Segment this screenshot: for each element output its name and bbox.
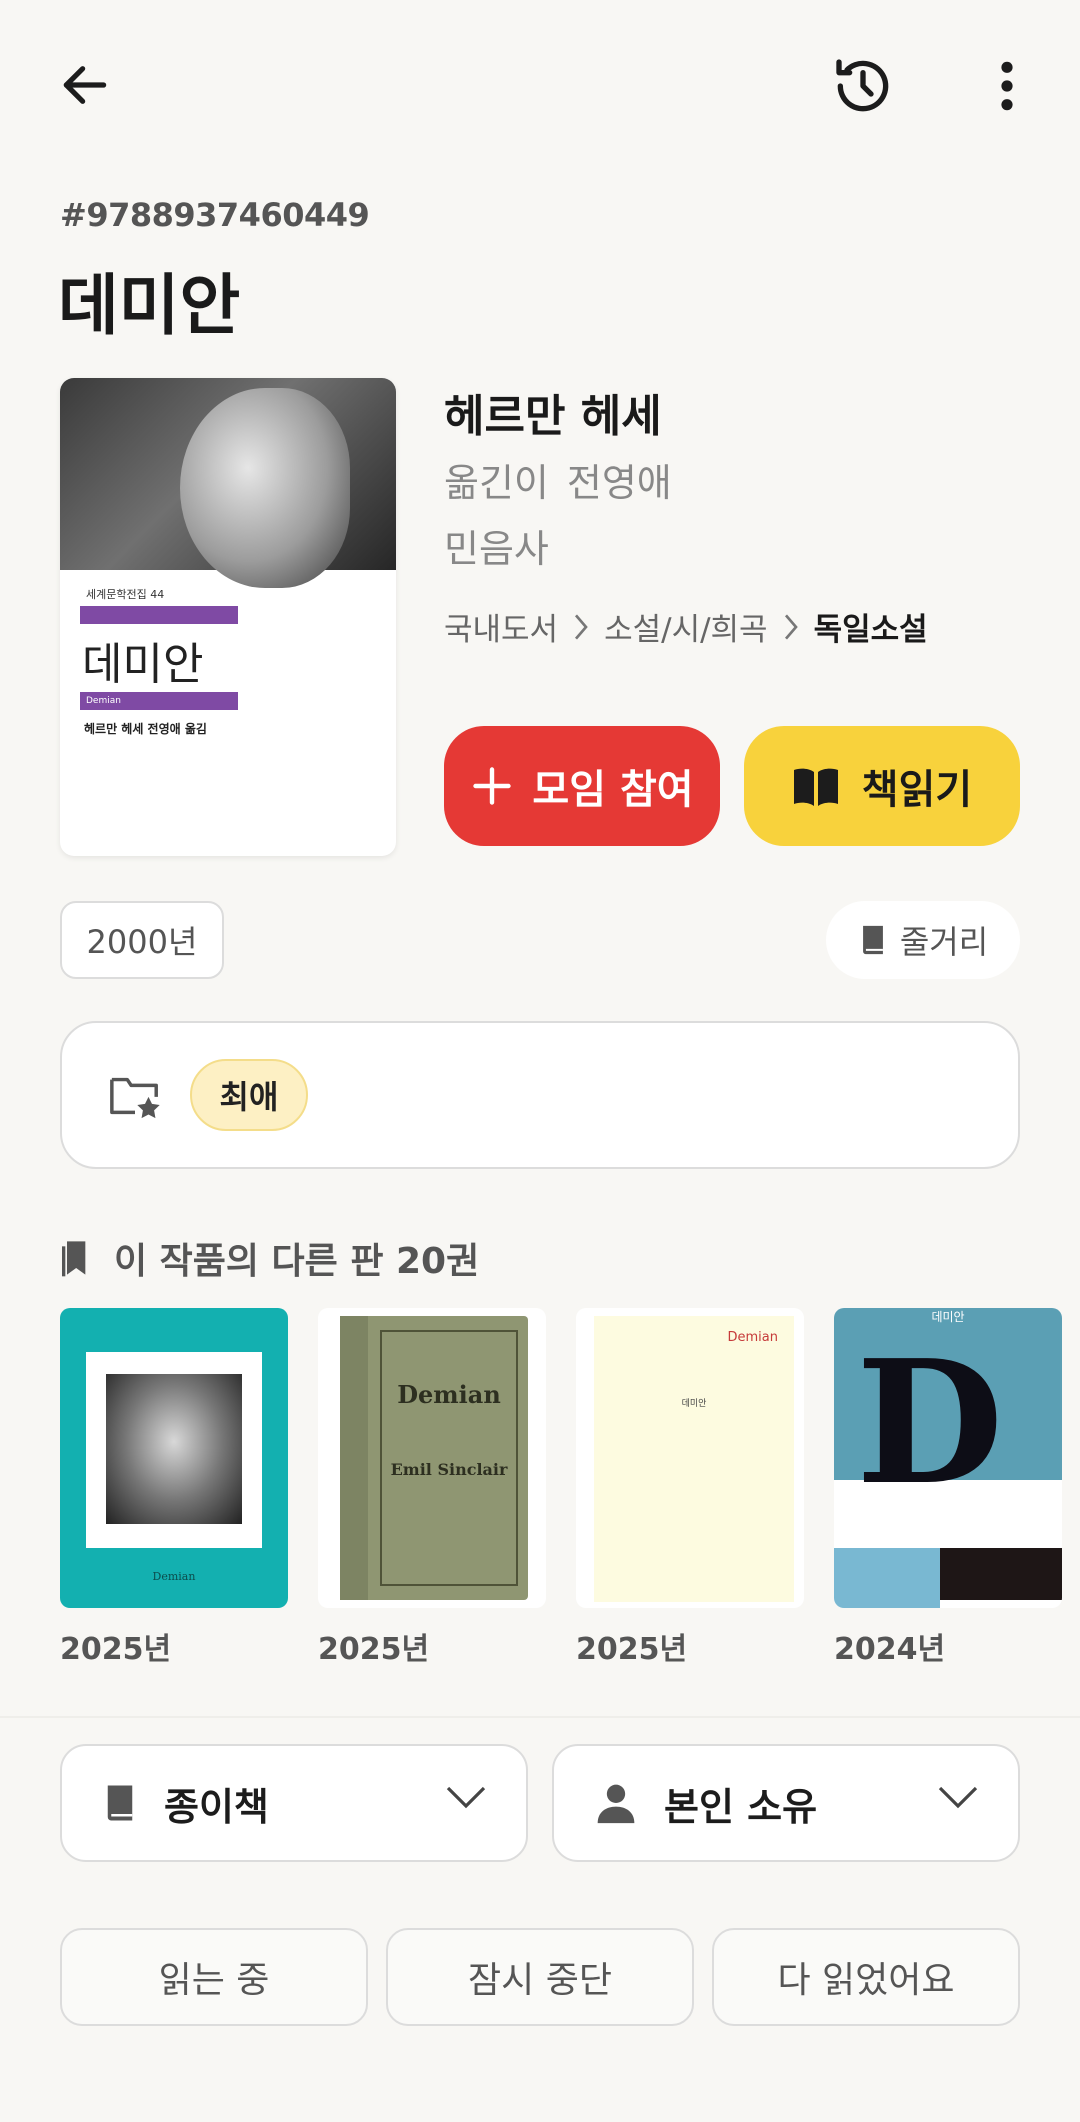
section-divider	[0, 1716, 1080, 1718]
chevron-right-icon	[575, 613, 588, 640]
book-icon	[107, 1785, 133, 1821]
translator-label: 옮긴이	[444, 461, 549, 505]
more-vertical-icon	[1001, 61, 1013, 111]
open-book-icon	[793, 768, 838, 806]
bookmarks-icon	[61, 1241, 86, 1277]
edition-year: 2024년	[834, 1632, 946, 1667]
cover-photo	[60, 378, 396, 588]
edition-cover[interactable]: 데미안 D	[834, 1308, 1062, 1608]
status-finished-button[interactable]: 다 읽었어요	[712, 1928, 1020, 2026]
category-item-current[interactable]: 독일소설	[814, 604, 928, 649]
edition-year: 2025년	[576, 1632, 688, 1667]
favorite-tag-chip[interactable]: 최애	[190, 1059, 308, 1131]
book-cover: 세계문학전집 44 데미안 Demian 헤르만 헤세 전영애 옮김	[60, 378, 396, 856]
join-group-button[interactable]: 모임 참여	[444, 726, 720, 846]
chevron-right-icon	[784, 613, 798, 640]
status-reading-button[interactable]: 읽는 중	[60, 1928, 368, 2026]
category-item[interactable]: 국내도서	[444, 604, 558, 649]
format-select[interactable]: 종이책	[60, 1744, 528, 1862]
arrow-left-icon	[63, 66, 107, 104]
page-title: 데미안	[58, 267, 241, 344]
history-icon	[836, 59, 889, 112]
cover-author: 헤르만 헤세 전영애 옮김	[84, 722, 207, 736]
more-options-button[interactable]	[975, 48, 1039, 124]
book-icon	[862, 925, 883, 955]
ownership-select[interactable]: 본인 소유	[552, 1744, 1020, 1862]
folder-star-icon	[110, 1077, 160, 1119]
status-paused-button[interactable]: 잠시 중단	[386, 1928, 694, 2026]
edition-year: 2025년	[60, 1632, 172, 1667]
publisher[interactable]: 민음사	[444, 518, 549, 573]
top-bar	[0, 0, 1080, 170]
publication-year-chip: 2000년	[60, 901, 224, 979]
back-button[interactable]	[50, 50, 120, 120]
edition-cover[interactable]: Demian Emil Sinclair	[318, 1308, 546, 1608]
edition-year: 2025년	[318, 1632, 430, 1667]
read-book-button[interactable]: 책읽기	[744, 726, 1020, 846]
category-breadcrumb: 국내도서 소설/시/희곡 독일소설	[444, 604, 928, 649]
chevron-down-icon	[938, 1786, 978, 1809]
category-item[interactable]: 소설/시/희곡	[604, 604, 768, 649]
collection-box[interactable]: 최애	[60, 1021, 1020, 1169]
translator-name[interactable]: 전영애	[567, 461, 672, 505]
translator: 옮긴이 전영애	[444, 452, 672, 507]
cover-title: 데미안	[82, 639, 204, 690]
edition-cover[interactable]: Demian 데미안	[576, 1308, 804, 1608]
person-icon	[597, 1784, 635, 1824]
cover-series: 세계문학전집 44	[86, 588, 165, 601]
author-name[interactable]: 헤르만 헤세	[444, 380, 662, 444]
isbn: #9788937460449	[60, 196, 370, 234]
plus-icon	[473, 767, 512, 805]
other-editions-heading: 이 작품의 다른 판 20권	[60, 1232, 479, 1284]
history-button[interactable]	[825, 48, 901, 124]
edition-cover[interactable]: Demian	[60, 1308, 288, 1608]
chevron-down-icon	[446, 1786, 486, 1809]
cover-subtitle: Demian	[80, 692, 238, 710]
summary-button[interactable]: 줄거리	[826, 901, 1020, 979]
